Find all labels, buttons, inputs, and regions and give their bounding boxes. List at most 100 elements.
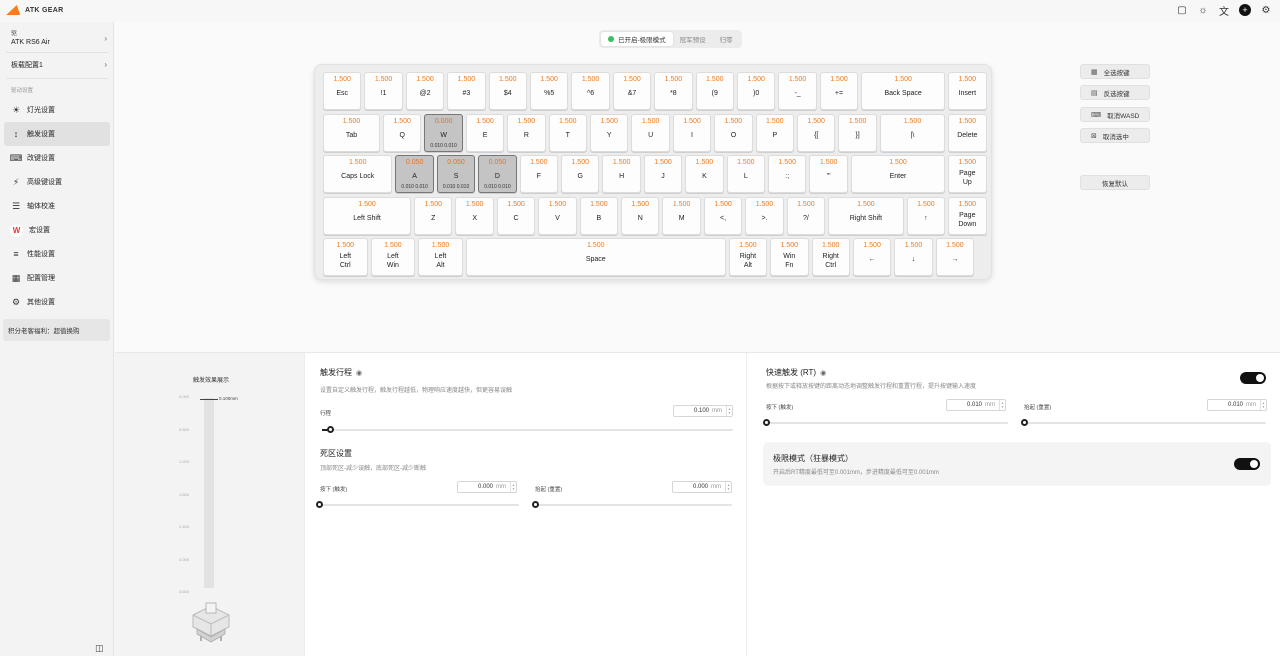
key[interactable]: 1.500 Enter bbox=[850, 155, 946, 193]
sidebar-item-2[interactable]: ⌨ 改键设置 bbox=[4, 146, 110, 170]
rapid-press-input[interactable]: 0.010 mm ▲ ▼ bbox=[946, 399, 1006, 411]
key[interactable]: 1.500 B bbox=[579, 196, 619, 235]
add-icon[interactable]: + bbox=[1239, 4, 1251, 16]
tab-2[interactable]: 归零 bbox=[713, 32, 740, 46]
eye-icon[interactable]: ◉ bbox=[356, 369, 362, 377]
stepper-icon[interactable]: ▲ ▼ bbox=[725, 482, 731, 492]
key[interactable]: 1.500 L bbox=[726, 155, 766, 193]
key[interactable]: 1.500 {[ bbox=[797, 113, 836, 152]
key[interactable]: 1.500 J bbox=[643, 155, 683, 193]
travel-slider-knob[interactable] bbox=[327, 426, 335, 433]
cancel-selected-button[interactable]: ⊠ 取消选中 bbox=[1080, 128, 1150, 143]
key[interactable]: 1.500 ↓ bbox=[894, 238, 933, 276]
rapid-press-slider[interactable] bbox=[763, 419, 1008, 426]
deadzone-release-knob[interactable] bbox=[532, 501, 539, 508]
key[interactable]: 1.500 ← bbox=[852, 238, 892, 276]
key[interactable]: 1.500 Right Shift bbox=[828, 196, 904, 235]
key[interactable]: 1.500 M bbox=[662, 196, 701, 235]
shirt-icon[interactable]: ▢ bbox=[1176, 4, 1188, 16]
key[interactable]: 1.500 Esc bbox=[323, 72, 362, 110]
extreme-toggle[interactable] bbox=[1234, 458, 1260, 470]
key[interactable]: 1.500 C bbox=[496, 196, 536, 235]
device-selector[interactable]: 驱 ATK RS6 Air › bbox=[11, 28, 107, 46]
key[interactable]: 0.050 D 0.010 0.010 bbox=[478, 155, 517, 193]
stepper-icon[interactable]: ▲ ▼ bbox=[999, 400, 1005, 410]
key[interactable]: 1.500 @2 bbox=[405, 72, 445, 110]
sidebar-item-7[interactable]: ▦ 配置管理 bbox=[4, 266, 110, 290]
key[interactable]: 1.500 !1 bbox=[364, 72, 403, 110]
key[interactable]: 1.500 V bbox=[538, 196, 577, 235]
key[interactable]: 0.050 S 0.010 0.010 bbox=[436, 155, 476, 193]
travel-input[interactable]: 0.100 mm ▲ ▼ bbox=[673, 405, 733, 417]
sidebar-item-8[interactable]: ⚙ 其他设置 bbox=[4, 290, 110, 314]
translate-icon[interactable]: 文 bbox=[1218, 4, 1230, 18]
key[interactable]: 1.500 N bbox=[621, 196, 660, 235]
key[interactable]: 1.500 *8 bbox=[654, 72, 693, 110]
key[interactable]: 1.500 U bbox=[631, 113, 670, 152]
key[interactable]: 1.500 (9 bbox=[695, 72, 734, 110]
key[interactable]: 1.500 Insert bbox=[948, 72, 987, 110]
key[interactable]: 1.500 R bbox=[507, 113, 546, 152]
key[interactable]: 1.500:; bbox=[768, 155, 807, 193]
restore-default-button[interactable]: 恢复默认 bbox=[1080, 175, 1150, 190]
key[interactable]: 1.500 O bbox=[714, 113, 753, 152]
sidebar-item-6[interactable]: ≡ 性能设置 bbox=[4, 242, 110, 266]
key[interactable]: 1.500)0 bbox=[737, 72, 776, 110]
key[interactable]: 1.500 |\ bbox=[879, 113, 946, 152]
key[interactable]: 1.500 X bbox=[455, 196, 494, 235]
sidebar-item-0[interactable]: ☀ 灯光设置 bbox=[4, 98, 110, 122]
key[interactable]: 1.500 >. bbox=[745, 196, 784, 235]
key[interactable]: 1.500 P bbox=[755, 113, 795, 152]
key[interactable]: 1.500 H bbox=[602, 155, 641, 193]
key[interactable]: 1.500}] bbox=[838, 113, 877, 152]
key[interactable]: 1.500 Left Alt bbox=[418, 238, 463, 276]
sidebar-item-4[interactable]: ☰ 轴体校准 bbox=[4, 194, 110, 218]
rapid-release-knob[interactable] bbox=[1021, 419, 1028, 426]
sun-icon[interactable]: ☼ bbox=[1197, 4, 1209, 16]
select-all-button[interactable]: ▦ 全选按键 bbox=[1080, 64, 1150, 79]
key[interactable]: 1.500 Page Down bbox=[948, 196, 987, 235]
key[interactable]: 1.500 += bbox=[819, 72, 859, 110]
key[interactable]: 1.500 Win Fn bbox=[770, 238, 809, 276]
key[interactable]: 1.500 G bbox=[561, 155, 600, 193]
sidebar-item-1[interactable]: ↕ 触发设置 bbox=[4, 122, 110, 146]
deadzone-release-input[interactable]: 0.000 mm ▲ ▼ bbox=[672, 481, 732, 493]
key[interactable]: 1.500 Left Ctrl bbox=[323, 238, 368, 276]
eye-icon[interactable]: ◉ bbox=[820, 369, 826, 377]
key[interactable]: 1.500 Page Up bbox=[948, 155, 987, 193]
key[interactable]: 1.500 T bbox=[548, 113, 588, 152]
key[interactable]: 1.500 Caps Lock bbox=[323, 155, 393, 193]
key[interactable]: 1.500 Q bbox=[383, 113, 422, 152]
sidebar-item-5[interactable]: W 宏设置 bbox=[4, 218, 110, 242]
key[interactable]: 1.500 %5 bbox=[530, 72, 569, 110]
tab-0[interactable]: 已开启-极限模式 bbox=[601, 32, 673, 46]
stepper-icon[interactable]: ▲ ▼ bbox=[1260, 400, 1266, 410]
key[interactable]: 1.500 &7 bbox=[612, 72, 652, 110]
tab-1[interactable]: 冠军预设 bbox=[673, 32, 713, 46]
key[interactable]: 1.500 F bbox=[519, 155, 559, 193]
deadzone-press-slider[interactable] bbox=[316, 501, 519, 508]
key[interactable]: 1.500 ?/ bbox=[786, 196, 826, 235]
key[interactable]: 1.500 Left Win bbox=[370, 238, 416, 276]
collapse-sidebar-icon[interactable]: ◫ bbox=[95, 643, 104, 654]
key[interactable]: 1.500 → bbox=[935, 238, 975, 276]
stepper-icon[interactable]: ▲ ▼ bbox=[510, 482, 516, 492]
key[interactable]: 0.050 A 0.010 0.010 bbox=[395, 155, 434, 193]
deadzone-press-knob[interactable] bbox=[316, 501, 323, 508]
key[interactable]: 1.500 I bbox=[672, 113, 712, 152]
key[interactable]: 1.500 K bbox=[685, 155, 724, 193]
stepper-icon[interactable]: ▲ ▼ bbox=[726, 406, 732, 416]
board-config-selector[interactable]: 板载配置1 › bbox=[11, 60, 107, 70]
key[interactable]: 1.500 Left Shift bbox=[323, 196, 412, 235]
key[interactable]: 1.500 Back Space bbox=[861, 72, 946, 110]
key[interactable]: 1.500 $4 bbox=[488, 72, 527, 110]
key[interactable]: 0.000 W 0.010 0.010 bbox=[424, 113, 463, 152]
key[interactable]: 1.500 ^6 bbox=[571, 72, 610, 110]
deadzone-release-slider[interactable] bbox=[532, 501, 732, 508]
key[interactable]: 1.500 Right Ctrl bbox=[811, 238, 850, 276]
cancel-wasd-button[interactable]: ⌨ 取消WASD bbox=[1080, 107, 1150, 122]
key[interactable]: 1.500 Space bbox=[465, 238, 726, 276]
key[interactable]: 1.500 Z bbox=[414, 196, 453, 235]
sidebar-item-3[interactable]: ⚡ 高级键设置 bbox=[4, 170, 110, 194]
key[interactable]: 1.500 ↑ bbox=[906, 196, 946, 235]
